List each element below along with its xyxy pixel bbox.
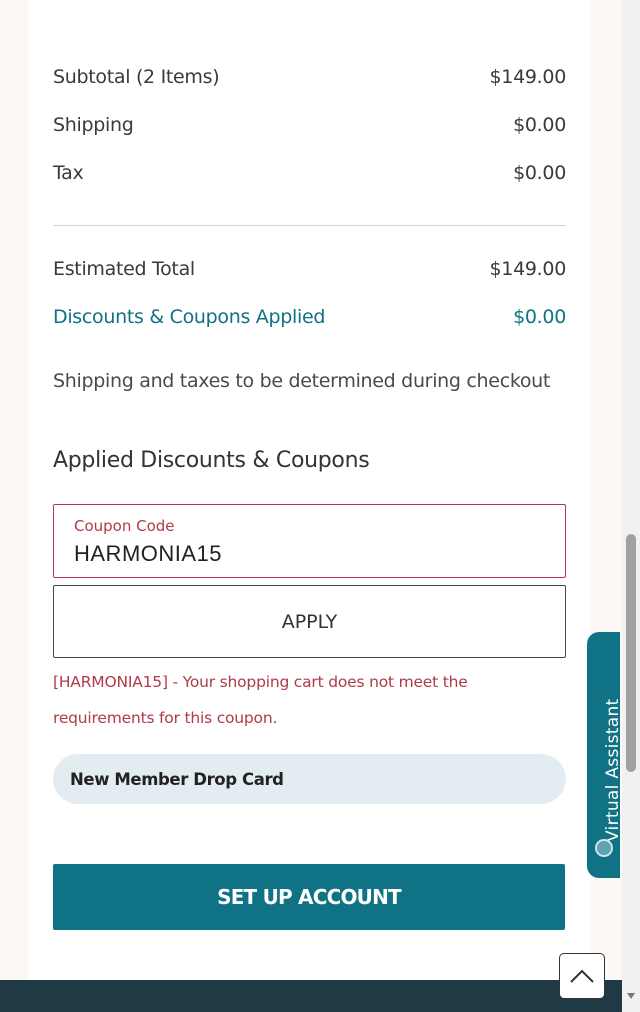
back-to-top-button[interactable] (559, 953, 605, 999)
page-scrollbar[interactable] (622, 0, 640, 1012)
discounts-applied-label[interactable]: Discounts & Coupons Applied (53, 306, 325, 328)
virtual-assistant-tab[interactable]: Virtual Assistant (587, 632, 623, 878)
scrollbar-thumb[interactable] (626, 534, 636, 772)
shipping-label: Shipping (53, 114, 134, 136)
tax-row: Tax $0.00 (53, 162, 566, 184)
coupons-section-title: Applied Discounts & Coupons (53, 448, 370, 473)
discounts-applied-row[interactable]: Discounts & Coupons Applied $0.00 (53, 306, 566, 328)
subtotal-row: Subtotal (2 Items) $149.00 (53, 66, 566, 88)
estimated-total-label: Estimated Total (53, 258, 195, 280)
order-summary-card (28, 0, 590, 980)
coupon-code-input[interactable] (74, 539, 544, 569)
subtotal-label: Subtotal (2 Items) (53, 66, 220, 88)
new-member-drop-card-pill[interactable]: New Member Drop Card (53, 754, 566, 804)
checkout-note: Shipping and taxes to be determined duri… (53, 370, 551, 392)
shipping-row: Shipping $0.00 (53, 114, 566, 136)
scroll-down-arrow-icon[interactable] (627, 993, 635, 999)
coupon-code-label: Coupon Code (74, 517, 175, 535)
set-up-account-button[interactable]: SET UP ACCOUNT (53, 864, 565, 930)
chevron-up-icon (570, 969, 594, 983)
apply-coupon-button[interactable]: APPLY (53, 585, 566, 658)
tax-value: $0.00 (513, 162, 566, 184)
estimated-total-value: $149.00 (489, 258, 567, 280)
bottom-footer-bar (0, 980, 622, 1012)
summary-divider (53, 225, 566, 226)
estimated-total-row: Estimated Total $149.00 (53, 258, 566, 280)
discounts-applied-value: $0.00 (513, 306, 566, 328)
subtotal-value: $149.00 (489, 66, 567, 88)
coupon-code-field[interactable]: Coupon Code (53, 504, 566, 578)
coupon-error-message: [HARMONIA15] - Your shopping cart does n… (53, 673, 468, 727)
globe-icon (595, 839, 613, 857)
shipping-value: $0.00 (513, 114, 566, 136)
tax-label: Tax (53, 162, 84, 184)
virtual-assistant-label: Virtual Assistant (603, 698, 623, 843)
